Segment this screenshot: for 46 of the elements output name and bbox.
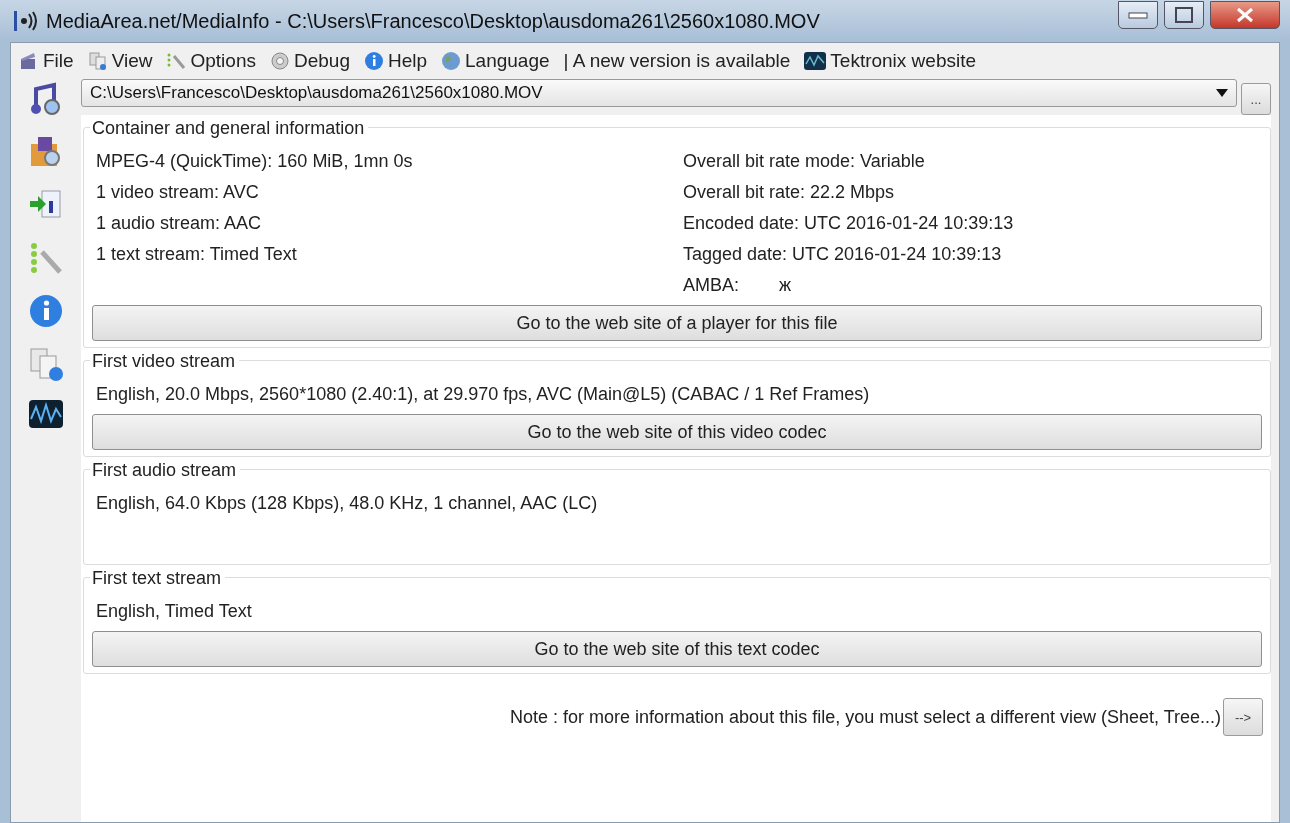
- minimize-icon: [1128, 11, 1148, 19]
- browse-button[interactable]: ...: [1241, 83, 1271, 115]
- info-line: 1 audio stream: AAC: [95, 212, 263, 235]
- menu-item[interactable]: Language: [441, 50, 550, 72]
- info-line: English, 64.0 Kbps (128 Kbps), 48.0 KHz, 1 channel, AAC (LC): [95, 492, 598, 515]
- website-button[interactable]: Go to the web site of this video codec: [92, 414, 1262, 450]
- info-line: 1 text stream: Timed Text: [95, 243, 298, 266]
- website-button[interactable]: Go to the web site of this text codec: [92, 631, 1262, 667]
- info-line: Overall bit rate: 22.2 Mbps: [682, 181, 896, 204]
- window-title: MediaArea.net/MediaInfo - C:\Users\Francesco\Desktop\ausdoma261\2560x1080.MOV: [46, 9, 821, 33]
- group-title: Container and general information: [90, 118, 369, 139]
- menu-item[interactable]: Help: [363, 50, 428, 72]
- info-line: English, 20.0 Mbps, 2560*1080 (2.40:1), at 29.970 fps, AVC (Main@L5) (CABAC / 1 Ref Frames): [95, 383, 870, 406]
- file-path-combo[interactable]: C:\Users\Francesco\Desktop\ausdoma261\2560x1080.MOV: [81, 79, 1237, 107]
- info-line: AMBA: ж: [682, 274, 793, 297]
- dropdown-arrow-icon: [1216, 89, 1228, 97]
- minimize-button[interactable]: [1118, 1, 1158, 29]
- app-logo-icon: [14, 9, 40, 33]
- documents-icon: [87, 51, 108, 71]
- info-icon: [363, 51, 384, 71]
- info-line: 1 video stream: AVC: [95, 181, 260, 204]
- maximize-icon: [1175, 7, 1193, 23]
- maximize-button[interactable]: [1164, 1, 1204, 29]
- info-line: English, Timed Text: [95, 600, 252, 623]
- note-text: Note : for more information about this file, you must select a different view (Sheet, Tree...): [510, 706, 1221, 728]
- menu-item[interactable]: Debug: [269, 50, 350, 72]
- globe-icon: [441, 51, 462, 71]
- menu-item[interactable]: Options: [166, 50, 256, 72]
- menu-item[interactable]: View: [87, 50, 153, 72]
- documents-globe-icon[interactable]: [28, 346, 64, 382]
- gear-icon: [269, 51, 290, 71]
- update-notice: | A new version is available: [563, 50, 791, 72]
- website-link[interactable]: Tektronix website: [804, 50, 977, 72]
- waveform-icon[interactable]: [28, 399, 64, 429]
- info-line: Overall bit rate mode: Variable: [682, 150, 926, 173]
- info-line: Encoded date: UTC 2016-01-24 10:39:13: [682, 212, 1014, 235]
- info-line: Tagged date: UTC 2016-01-24 10:39:13: [682, 243, 1003, 266]
- settings-icon: [166, 51, 187, 71]
- info-line: MPEG-4 (QuickTime): 160 MiB, 1mn 0s: [95, 150, 414, 173]
- next-button[interactable]: -->: [1223, 698, 1263, 736]
- menu-item[interactable]: File: [19, 50, 74, 72]
- website-button[interactable]: Go to the web site of a player for this file: [92, 305, 1262, 341]
- info-icon[interactable]: [28, 293, 64, 329]
- close-icon: [1236, 7, 1254, 23]
- close-button[interactable]: [1210, 1, 1280, 29]
- waveform-icon: [804, 52, 827, 70]
